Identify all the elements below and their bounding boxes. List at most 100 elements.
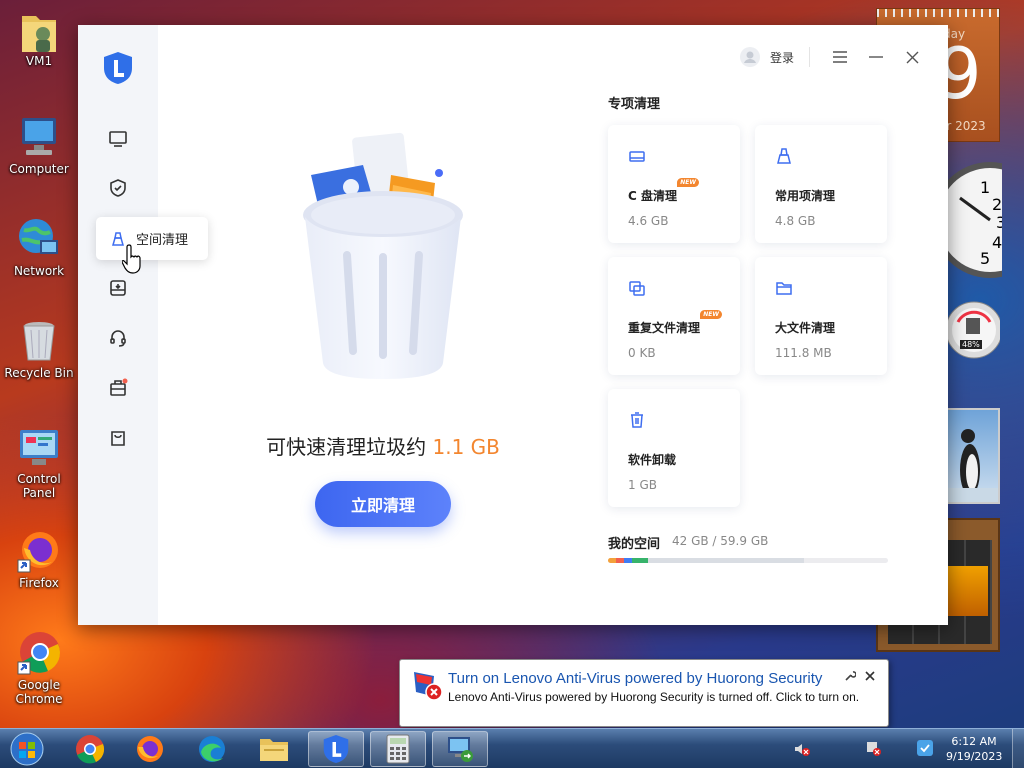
wrench-icon[interactable]: [844, 670, 857, 682]
svg-text:1: 1: [980, 178, 990, 197]
my-space-value: 42 GB / 59.9 GB: [672, 534, 769, 548]
menu-icon[interactable]: [830, 47, 850, 67]
desktop-icon-label: Firefox: [19, 576, 59, 590]
trash-can-illustration: [293, 125, 473, 385]
firefox-icon: [16, 528, 62, 574]
card-title: 重复文件清理 NEW: [628, 310, 723, 336]
recycle-bin-icon: [16, 318, 62, 364]
notification-body: Lenovo Anti-Virus powered by Huorong Sec…: [448, 690, 860, 704]
clock[interactable]: 6:12 AM 9/19/2023: [946, 734, 1002, 764]
card-title: 软件卸载: [628, 453, 677, 467]
desktop-icon-vm1[interactable]: VM1: [0, 6, 78, 68]
folder-icon: [775, 279, 793, 297]
usage-segment: [608, 558, 616, 563]
svg-text:4: 4: [992, 233, 1002, 252]
svg-text:3: 3: [996, 213, 1002, 232]
desktop-icon-network[interactable]: Network: [0, 216, 78, 278]
user-folder-icon: [16, 6, 62, 52]
desktop-icon-label: Google Chrome: [15, 678, 63, 706]
card-software-uninstall[interactable]: 软件卸载 1 GB: [608, 389, 740, 507]
close-icon[interactable]: [864, 670, 876, 682]
card-c-drive-clean[interactable]: C 盘清理 NEW 4.6 GB: [608, 125, 740, 243]
divider: [809, 47, 810, 67]
clock-date: 9/19/2023: [946, 750, 1003, 763]
taskbar-edge[interactable]: [184, 731, 240, 767]
cleaner-app-window: 空间清理 登录 可快速清理垃圾约 1.1 GB 立即清理 专项清理 C 盘清理 …: [78, 25, 948, 625]
headset-icon[interactable]: [108, 328, 128, 348]
security-tray-icon[interactable]: [916, 739, 934, 757]
taskbar-calculator[interactable]: [370, 731, 426, 767]
slideshow-gadget[interactable]: [946, 408, 1000, 504]
firefox-icon: [137, 736, 163, 762]
toolbox-icon[interactable]: [108, 378, 128, 398]
close-icon[interactable]: [902, 47, 922, 67]
desktop-icon-control-panel[interactable]: Control Panel: [0, 424, 78, 500]
usage-segment: [624, 558, 632, 563]
card-large-files-clean[interactable]: 大文件清理 111.8 MB: [755, 257, 887, 375]
hand-cursor-icon: [121, 243, 146, 275]
svg-text:5: 5: [980, 249, 990, 268]
taskbar-explorer[interactable]: [246, 731, 302, 767]
chrome-icon: [16, 630, 62, 676]
calendar-rings: [877, 9, 999, 17]
calculator-icon: [386, 734, 410, 764]
cpu-meter-gadget[interactable]: 48%: [944, 298, 1003, 362]
new-badge: NEW: [677, 178, 699, 187]
avatar-icon: [739, 47, 760, 67]
chrome-icon: [76, 735, 105, 764]
svg-text:2: 2: [992, 195, 1002, 214]
card-common-items-clean[interactable]: 常用项清理 4.8 GB: [755, 125, 887, 243]
taskbar-firefox[interactable]: [122, 731, 178, 767]
disk-icon[interactable]: [108, 278, 128, 298]
junk-summary-prefix: 可快速清理垃圾约: [266, 435, 433, 459]
notification-title: Turn on Lenovo Anti-Virus powered by Huo…: [448, 670, 823, 687]
remote-desktop-icon: [448, 737, 473, 762]
taskbar-remote-desktop[interactable]: [432, 731, 488, 767]
my-space-label: 我的空间: [608, 537, 661, 552]
card-size: 1 GB: [628, 478, 657, 492]
card-title: C 盘清理 NEW: [628, 178, 699, 204]
show-desktop-button[interactable]: [1012, 729, 1024, 768]
app-logo-icon: [323, 735, 349, 763]
desktop-icon-recycle-bin[interactable]: Recycle Bin: [0, 318, 78, 380]
volume-muted-icon[interactable]: [794, 741, 810, 757]
card-size: 0 KB: [628, 346, 656, 360]
desktop-icon-firefox[interactable]: Firefox: [0, 528, 78, 590]
junk-amount: 1.1 GB: [432, 435, 500, 459]
network-globe-icon: [16, 216, 62, 262]
login-button[interactable]: 登录: [732, 47, 802, 67]
clock-time: 6:12 AM: [951, 735, 997, 748]
taskbar-chrome[interactable]: [62, 731, 118, 767]
card-title: 常用项清理: [775, 189, 836, 203]
card-size: 111.8 MB: [775, 346, 832, 360]
shield-check-icon[interactable]: [108, 178, 128, 198]
new-badge: NEW: [700, 310, 723, 319]
nav-item-space-clean[interactable]: 空间清理: [96, 217, 208, 260]
card-duplicate-files-clean[interactable]: 重复文件清理 NEW 0 KB: [608, 257, 740, 375]
usage-segment-other: [648, 558, 804, 563]
antivirus-notification[interactable]: Turn on Lenovo Anti-Virus powered by Huo…: [399, 659, 889, 727]
desktop-icon-label: Computer: [9, 162, 69, 176]
folder-icon: [260, 739, 288, 761]
junk-summary: 可快速清理垃圾约 1.1 GB: [188, 431, 578, 460]
bag-icon[interactable]: [108, 428, 128, 448]
clean-now-button[interactable]: 立即清理: [315, 481, 451, 527]
taskbar: 6:12 AM 9/19/2023: [0, 728, 1024, 768]
desktop-icon-google-chrome[interactable]: Google Chrome: [0, 630, 78, 706]
control-panel-icon: [16, 424, 62, 470]
special-clean-title: 专项清理: [608, 97, 661, 112]
card-title: 大文件清理: [775, 321, 836, 335]
broom-icon: [775, 147, 793, 165]
desktop-icon-label: Control Panel: [17, 472, 61, 500]
monitor-icon[interactable]: [108, 129, 128, 149]
taskbar-cleaner-app[interactable]: [308, 731, 364, 767]
minimize-icon[interactable]: [866, 47, 886, 67]
desktop-icon-computer[interactable]: Computer: [0, 114, 78, 176]
start-button[interactable]: [8, 731, 46, 767]
drive-icon: [628, 147, 646, 165]
security-warning-icon: [412, 670, 444, 702]
network-error-icon[interactable]: [866, 741, 882, 757]
login-label: 登录: [769, 50, 794, 65]
card-size: 4.8 GB: [775, 214, 816, 228]
computer-icon: [16, 114, 62, 160]
